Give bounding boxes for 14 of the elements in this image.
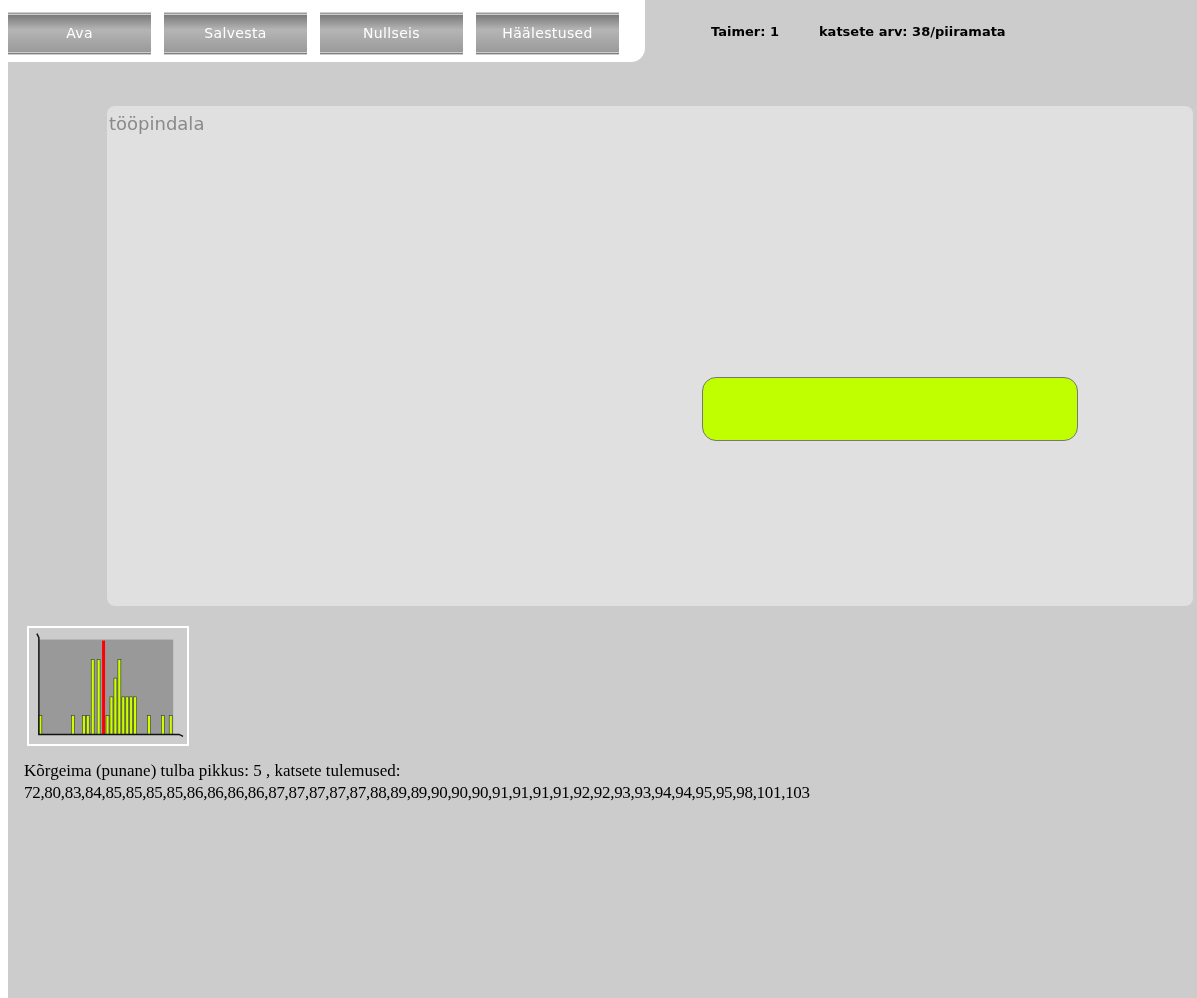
toolbar-button[interactable]: Salvesta xyxy=(164,12,307,55)
attempts-label: katsete arv: 38/piiramata xyxy=(818,23,1006,41)
histogram-bar xyxy=(38,715,43,735)
results-summary: Kõrgeima (punane) tulba pikkus: 5 , katsete tulemused: xyxy=(24,760,401,782)
histogram-bar xyxy=(168,715,173,735)
toolbar-button[interactable]: Häälestused xyxy=(476,12,619,55)
histogram-bar xyxy=(147,715,151,735)
histogram-bar xyxy=(71,715,75,735)
workspace-label: tööpindala xyxy=(108,112,205,136)
results-values: 72,80,83,84,85,85,85,85,86,86,86,86,87,87,87,87,87,88,89,89,90,90,90,91,91,91,91,92,92,93,93,94,94,95,95,98,101,103 xyxy=(24,782,810,804)
toolbar-button[interactable]: Nullseis xyxy=(320,12,463,55)
histogram-bar xyxy=(161,715,165,735)
toolbar-button[interactable]: Ava xyxy=(8,12,151,55)
timer-label: Taimer: 1 xyxy=(711,23,779,41)
